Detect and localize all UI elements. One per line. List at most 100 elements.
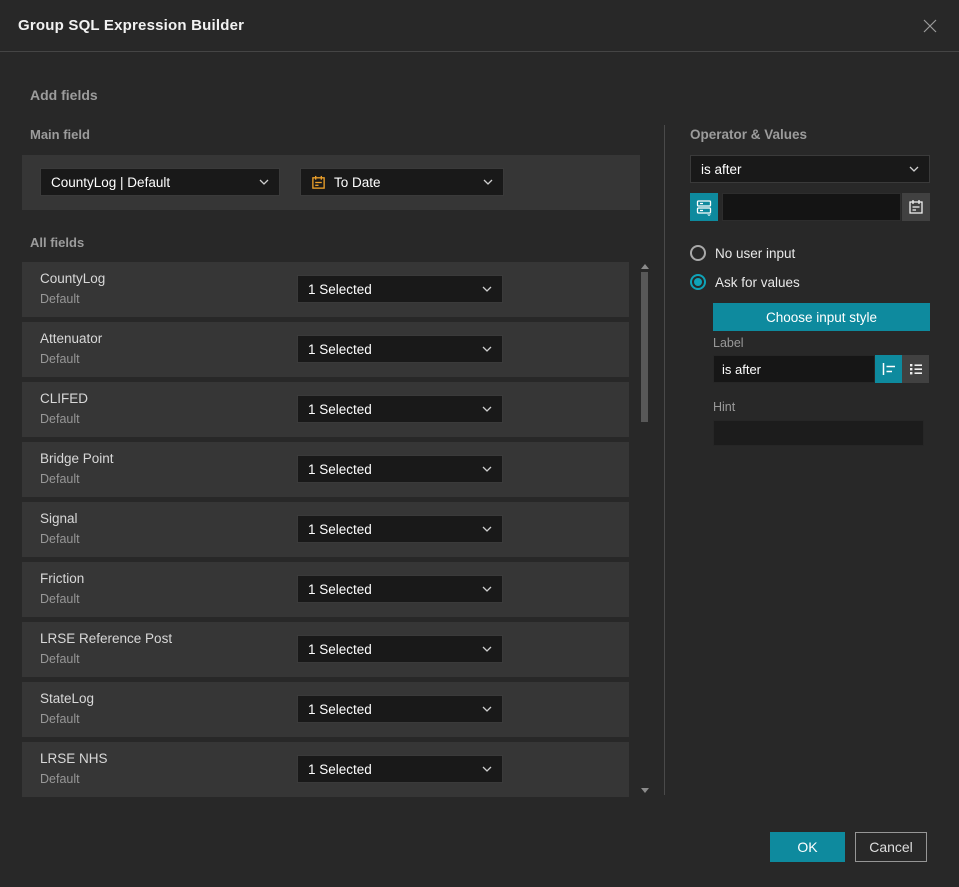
field-row: Friction Default 1 Selected (22, 562, 629, 617)
list-scrollbar[interactable] (639, 262, 651, 795)
field-selected-dropdown-label: 1 Selected (308, 701, 372, 717)
field-subtitle: Default (40, 352, 80, 366)
date-picker-button[interactable] (902, 193, 930, 221)
input-style-textbox-button[interactable] (875, 355, 902, 383)
chevron-down-icon (482, 706, 492, 712)
field-selected-dropdown-label: 1 Selected (308, 521, 372, 537)
input-style-list-button[interactable] (902, 355, 929, 383)
date-type-dropdown-value: To Date (334, 174, 381, 190)
field-selected-dropdown[interactable]: 1 Selected (297, 635, 503, 663)
field-selected-dropdown-label: 1 Selected (308, 761, 372, 777)
main-field-dropdown[interactable]: CountyLog | Default (40, 168, 280, 196)
field-name: StateLog (40, 691, 95, 706)
group-sql-expression-builder-dialog: Group SQL Expression Builder Add fields … (0, 0, 959, 887)
field-row: StateLog Default 1 Selected (22, 682, 629, 737)
field-name: LRSE Reference Post (40, 631, 173, 646)
dialog-header: Group SQL Expression Builder (0, 0, 959, 52)
dialog-title: Group SQL Expression Builder (18, 17, 245, 34)
radio-checked-icon (690, 274, 706, 290)
field-selected-dropdown-label: 1 Selected (308, 461, 372, 477)
scrollbar-thumb[interactable] (641, 272, 648, 422)
chevron-down-icon (259, 179, 269, 185)
choose-input-style-button[interactable]: Choose input style (713, 303, 930, 331)
field-subtitle: Default (40, 772, 80, 786)
field-name: Signal (40, 511, 78, 526)
field-name: Attenuator (40, 331, 103, 346)
scrollbar-down-arrow-icon[interactable] (641, 788, 649, 793)
label-input[interactable] (713, 355, 875, 383)
field-selected-dropdown[interactable]: 1 Selected (297, 695, 503, 723)
main-field-panel: CountyLog | Default To Date (22, 155, 640, 210)
field-subtitle: Default (40, 592, 80, 606)
field-row: Attenuator Default 1 Selected (22, 322, 629, 377)
list-icon (909, 364, 922, 375)
ok-button[interactable]: OK (770, 832, 845, 862)
chevron-down-icon (483, 179, 493, 185)
field-subtitle: Default (40, 712, 80, 726)
label-field-label: Label (713, 336, 744, 350)
chevron-down-icon (482, 586, 492, 592)
chevron-down-icon (909, 166, 919, 172)
chevron-down-icon (482, 766, 492, 772)
main-field-dropdown-value: CountyLog | Default (51, 174, 171, 190)
field-name: Bridge Point (40, 451, 114, 466)
chevron-down-icon (482, 526, 492, 532)
operator-dropdown-value: is after (701, 161, 742, 177)
field-row: LRSE NHS Default 1 Selected (22, 742, 629, 797)
field-name: CLIFED (40, 391, 89, 406)
main-field-label: Main field (30, 127, 90, 142)
field-row: Signal Default 1 Selected (22, 502, 629, 557)
calendar-icon (909, 200, 923, 214)
field-selected-dropdown[interactable]: 1 Selected (297, 755, 503, 783)
date-type-dropdown[interactable]: To Date (300, 168, 504, 196)
radio-ask-for-values-label: Ask for values (715, 274, 800, 290)
close-icon[interactable] (919, 15, 941, 37)
add-fields-heading: Add fields (30, 87, 98, 103)
all-fields-label: All fields (30, 235, 85, 250)
field-selected-dropdown-label: 1 Selected (308, 281, 372, 297)
cancel-button[interactable]: Cancel (855, 832, 927, 862)
field-selected-dropdown[interactable]: 1 Selected (297, 575, 503, 603)
operator-values-heading: Operator & Values (690, 127, 808, 142)
chevron-down-icon (482, 406, 492, 412)
field-subtitle: Default (40, 472, 80, 486)
field-selected-dropdown-label: 1 Selected (308, 401, 372, 417)
calendar-icon (311, 175, 326, 190)
align-left-icon (882, 363, 895, 375)
radio-no-user-input[interactable]: No user input (690, 245, 795, 261)
field-name: LRSE NHS (40, 751, 108, 766)
field-row: Bridge Point Default 1 Selected (22, 442, 629, 497)
radio-ask-for-values[interactable]: Ask for values (690, 274, 800, 290)
chevron-down-icon (482, 646, 492, 652)
field-selected-dropdown[interactable]: 1 Selected (297, 515, 503, 543)
hint-field-label: Hint (713, 400, 736, 414)
field-selected-dropdown[interactable]: 1 Selected (297, 275, 503, 303)
panel-divider (664, 125, 665, 795)
field-subtitle: Default (40, 292, 80, 306)
field-row: CLIFED Default 1 Selected (22, 382, 629, 437)
radio-no-user-input-label: No user input (715, 245, 796, 261)
radio-unchecked-icon (690, 245, 706, 261)
field-selected-dropdown-label: 1 Selected (308, 581, 372, 597)
field-subtitle: Default (40, 412, 80, 426)
field-subtitle: Default (40, 652, 80, 666)
field-name: CountyLog (40, 271, 106, 286)
field-row: LRSE Reference Post Default 1 Selected (22, 622, 629, 677)
field-selected-dropdown[interactable]: 1 Selected (297, 455, 503, 483)
field-name: Friction (40, 571, 85, 586)
field-selected-dropdown-label: 1 Selected (308, 641, 372, 657)
value-source-toggle-button[interactable] (690, 193, 718, 221)
field-row: CountyLog Default 1 Selected (22, 262, 629, 317)
value-input[interactable] (722, 193, 901, 221)
chevron-down-icon (482, 286, 492, 292)
scrollbar-up-arrow-icon[interactable] (641, 264, 649, 269)
field-selected-dropdown-label: 1 Selected (308, 341, 372, 357)
field-subtitle: Default (40, 532, 80, 546)
chevron-down-icon (482, 466, 492, 472)
field-selected-dropdown[interactable]: 1 Selected (297, 335, 503, 363)
all-fields-list: CountyLog Default 1 Selected Attenuator … (22, 262, 629, 797)
operator-dropdown[interactable]: is after (690, 155, 930, 183)
chevron-down-icon (482, 346, 492, 352)
hint-input[interactable] (713, 420, 924, 446)
field-selected-dropdown[interactable]: 1 Selected (297, 395, 503, 423)
